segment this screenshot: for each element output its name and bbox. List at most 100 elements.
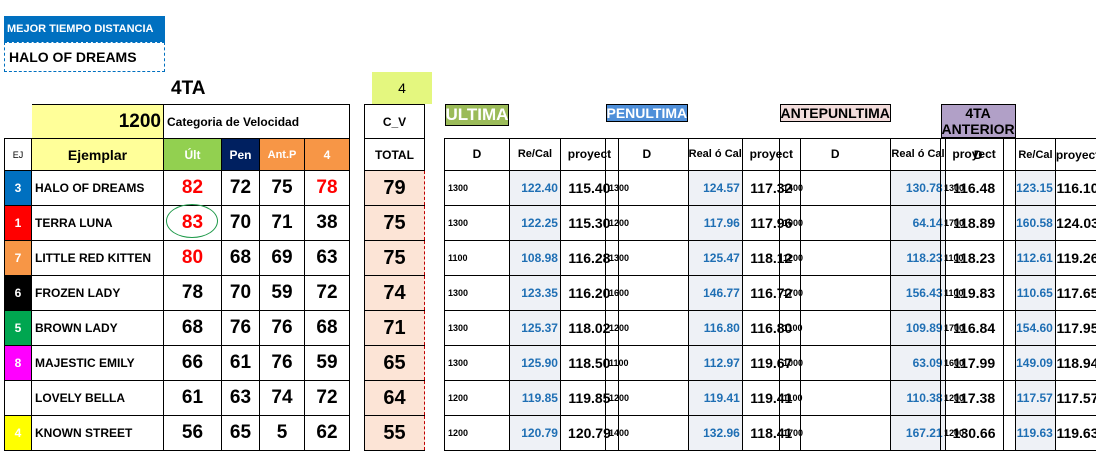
header-distance: D	[606, 138, 689, 170]
real-time: 110.65	[1016, 276, 1056, 311]
score-four: 62	[305, 416, 350, 451]
real-time: 125.37	[509, 310, 560, 345]
score-antp: 76	[260, 311, 305, 346]
entry-number: 2	[5, 381, 32, 416]
header-ult: Últ	[164, 139, 222, 171]
table-row: 5BROWN LADY6876766871	[5, 311, 425, 346]
projected-time: 117.57	[1055, 381, 1096, 416]
race-distance: 1200	[780, 240, 891, 275]
table-row: 1300 122.40 115.40	[445, 170, 619, 205]
real-time: 112.61	[1016, 241, 1056, 276]
real-time: 154.60	[1016, 311, 1056, 346]
real-time: 160.58	[1016, 206, 1056, 241]
header-proyect: proyect	[1055, 139, 1096, 171]
real-time: 123.35	[509, 275, 560, 310]
table-row: 1700 154.60 117.95	[941, 311, 1096, 346]
table-row: 1300 125.47 118.12	[606, 240, 801, 275]
score-pen: 70	[222, 206, 260, 241]
score-ult: 56	[164, 416, 222, 451]
race-distance: 1300	[941, 171, 1016, 206]
score-antp: 59	[260, 276, 305, 311]
horse-name: KNOWN STREET	[32, 416, 164, 451]
projected-time: 116.10	[1055, 171, 1096, 206]
race-distance: 1200	[606, 380, 689, 415]
horse-name: LOVELY BELLA	[32, 381, 164, 416]
cv-label: C_V	[365, 105, 425, 139]
speed-category-label: Categoria de Velocidad	[164, 105, 350, 139]
entry-number: 5	[5, 311, 32, 346]
section-table-3: 4TA ANTERIOR D Re/Cal proyect 1300 123.1…	[940, 104, 1096, 451]
best-horse-name: HALO OF DREAMS	[4, 42, 165, 72]
real-time: 125.90	[509, 345, 560, 380]
real-time: 122.40	[509, 170, 560, 205]
score-pen: 76	[222, 311, 260, 346]
table-row: 8MAJESTIC EMILY6661765965	[5, 346, 425, 381]
race-distance: 1200	[445, 380, 510, 415]
score-ult: 82	[164, 171, 222, 206]
real-time: 117.57	[1016, 381, 1056, 416]
horse-name: HALO OF DREAMS	[32, 171, 164, 206]
header-ej: EJ	[5, 139, 32, 171]
score-ult: 61	[164, 381, 222, 416]
real-time: 63.09	[891, 345, 945, 380]
projected-time: 117.95	[1055, 311, 1096, 346]
race-distance: 1000	[780, 205, 891, 240]
score-four: 72	[305, 276, 350, 311]
header-ejemplar: Ejemplar	[32, 139, 164, 171]
score-pen: 63	[222, 381, 260, 416]
header-real-cal: Re/Cal	[509, 138, 560, 170]
race-distance: 1200	[606, 205, 689, 240]
projected-time: 119.26	[1055, 241, 1096, 276]
score-antp: 69	[260, 241, 305, 276]
race-distance: 1400	[606, 415, 689, 450]
score-four: 72	[305, 381, 350, 416]
real-time: 116.80	[688, 310, 742, 345]
table-row: 2LOVELY BELLA6163747264	[5, 381, 425, 416]
race-distance: 1000	[780, 345, 891, 380]
header-distance: D	[445, 138, 510, 170]
header-real-cal: Real ó Cal	[688, 138, 742, 170]
highlight-circle	[166, 204, 218, 238]
race-distance: 1700	[941, 311, 1016, 346]
real-time: 125.47	[688, 240, 742, 275]
table-row: 1300 122.25 115.30	[445, 205, 619, 240]
table-row: 1700 160.58 124.03	[941, 206, 1096, 241]
speed-table: 1200 Categoria de Velocidad C_V EJ Ejemp…	[4, 104, 425, 451]
race-distance: 1300	[445, 205, 510, 240]
race-distance: 1300	[445, 345, 510, 380]
race-distance: 1600	[941, 346, 1016, 381]
table-row: 1300 124.57 117.32	[606, 170, 801, 205]
distance-value: 1200	[32, 105, 164, 139]
race-distance: 1200	[606, 310, 689, 345]
table-row: 1100 112.97 119.67	[606, 345, 801, 380]
total-score: 64	[365, 381, 425, 416]
real-time: 64.14	[891, 205, 945, 240]
table-row: 1200 119.85 119.85	[445, 380, 619, 415]
real-time: 149.09	[1016, 346, 1056, 381]
table-row: 1300 125.90 118.50	[445, 345, 619, 380]
entry-number: 8	[5, 346, 32, 381]
real-time: 112.97	[688, 345, 742, 380]
section-title: ULTIMA	[445, 104, 510, 126]
score-antp: 71	[260, 206, 305, 241]
header-real-cal: Real ó Cal	[891, 138, 945, 170]
score-antp: 75	[260, 171, 305, 206]
real-time: 120.79	[509, 415, 560, 450]
section-title: 4TA ANTERIOR	[941, 104, 1016, 138]
real-time: 119.41	[688, 380, 742, 415]
horse-name: TERRA LUNA	[32, 206, 164, 241]
table-row: 1200 119.63 119.63	[941, 416, 1096, 451]
entry-number: 6	[5, 276, 32, 311]
header-distance: D	[941, 139, 1016, 171]
horse-name: MAJESTIC EMILY	[32, 346, 164, 381]
race-distance: 1600	[606, 275, 689, 310]
real-time: 119.63	[1016, 416, 1056, 451]
header-distance: D	[780, 138, 891, 170]
table-row: 1200 120.79 120.79	[445, 415, 619, 450]
score-four: 68	[305, 311, 350, 346]
total-score: 74	[365, 276, 425, 311]
score-ult: 80	[164, 241, 222, 276]
table-row: 1100 112.61 119.26	[941, 241, 1096, 276]
real-time: 130.78	[891, 170, 945, 205]
entry-number: 1	[5, 206, 32, 241]
